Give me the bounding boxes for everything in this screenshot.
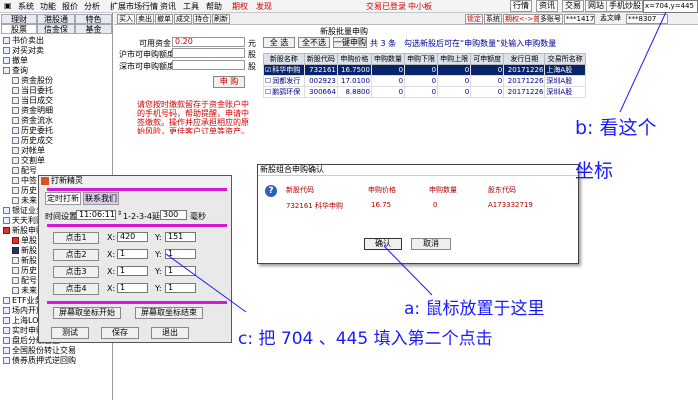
annotation-c: c: 把 704 、445 填入第二个点击: [238, 329, 493, 349]
annotation-b-line1: b: 看这个: [575, 117, 657, 139]
arrow-to-ok-button: [383, 245, 433, 296]
arrow-to-point2: [165, 253, 247, 313]
annotation-a: a: 鼠标放置于这里: [404, 299, 545, 319]
arrow-to-coordinate: [619, 11, 667, 113]
annotation-b-line2: 坐标: [575, 160, 614, 182]
